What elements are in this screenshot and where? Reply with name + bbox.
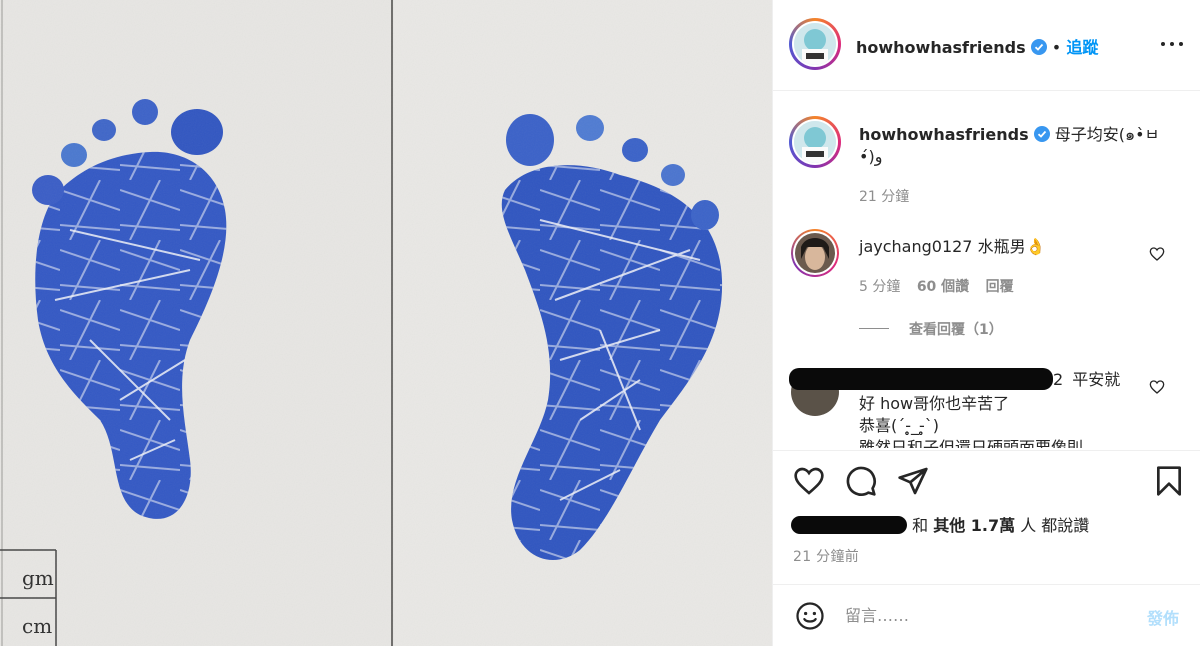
comment-timestamp: 5 分鐘 xyxy=(859,279,901,295)
comment-username[interactable]: jaychang0127 xyxy=(859,237,972,256)
caption-timestamp: 21 分鐘 xyxy=(859,189,910,205)
author-avatar[interactable] xyxy=(789,18,841,70)
like-comment-heart-icon[interactable] xyxy=(1149,379,1165,395)
caption-username[interactable]: howhowhasfriends xyxy=(859,125,1029,144)
like-heart-icon[interactable] xyxy=(793,465,825,497)
post-image[interactable]: gm cm xyxy=(0,0,772,646)
add-comment-bar: 發佈 xyxy=(773,584,1200,646)
post-comment-button[interactable]: 發佈 xyxy=(1147,605,1179,629)
comment-username-suffix[interactable]: 2 xyxy=(1053,370,1063,389)
redaction-bar xyxy=(789,368,1053,390)
caption-text-line1: 母子均安(๑•̀ㅂ xyxy=(1054,125,1160,144)
post-header: howhowhasfriends • 追蹤 xyxy=(773,0,1200,91)
replies-divider xyxy=(859,328,889,329)
table-label-gm: gm xyxy=(22,566,54,590)
comment-likes[interactable]: 60 個讚 xyxy=(917,279,969,295)
caption-avatar-image xyxy=(794,121,836,163)
commenter-avatar[interactable] xyxy=(791,229,839,277)
caption-text-line2: •́)و xyxy=(859,147,883,166)
like-comment-heart-icon[interactable] xyxy=(1149,246,1165,262)
comment-text-line2: 好 how哥你也辛苦了 xyxy=(859,394,1010,413)
comments-section[interactable]: howhowhasfriends 母子均安(๑•̀ㅂ •́)و 21 分鐘 ja… xyxy=(773,92,1200,448)
likes-others[interactable]: 其他 1.7萬 xyxy=(933,516,1015,535)
view-replies-button[interactable]: 查看回覆（1） xyxy=(909,319,1003,339)
share-paper-plane-icon[interactable] xyxy=(897,465,929,497)
comment-input[interactable] xyxy=(845,603,1125,627)
likes-redaction-bar xyxy=(791,516,907,534)
follow-button[interactable]: 追蹤 xyxy=(1066,38,1098,57)
more-options-icon[interactable] xyxy=(1161,38,1183,50)
comment-text-line3: 恭喜(´-̥̥̥_-̥̥̥`) xyxy=(859,416,940,435)
table-label-cm: cm xyxy=(22,614,53,638)
verified-badge-icon xyxy=(1033,126,1050,142)
post-timestamp[interactable]: 21 分鐘前 xyxy=(793,546,859,566)
footprint-photo xyxy=(0,0,772,646)
likes-and: 和 xyxy=(912,516,929,535)
likes-suffix: 人 都說讚 xyxy=(1020,516,1090,535)
reply-button[interactable]: 回覆 xyxy=(986,279,1014,295)
post-sidebar: howhowhasfriends • 追蹤 howhowhasfriends 母… xyxy=(772,0,1200,646)
author-username[interactable]: howhowhasfriends xyxy=(856,38,1026,57)
commenter-avatar-image xyxy=(795,233,835,273)
comment-text: 水瓶男👌 xyxy=(977,237,1046,256)
separator-dot: • xyxy=(1051,38,1062,57)
save-bookmark-icon[interactable] xyxy=(1153,465,1185,497)
verified-badge-icon xyxy=(1030,39,1047,55)
author-avatar-image xyxy=(794,23,836,65)
comment-bubble-icon[interactable] xyxy=(845,465,877,497)
caption-avatar[interactable] xyxy=(789,116,841,168)
emoji-smiley-icon[interactable] xyxy=(795,601,825,631)
comment-text-line4: 雖然日和子但還日硬頭面要像則 xyxy=(859,438,1084,448)
comment-text-line1: 平安就 xyxy=(1072,370,1121,389)
likes-summary[interactable]: 和 其他 1.7萬 人 都說讚 xyxy=(791,512,1089,536)
